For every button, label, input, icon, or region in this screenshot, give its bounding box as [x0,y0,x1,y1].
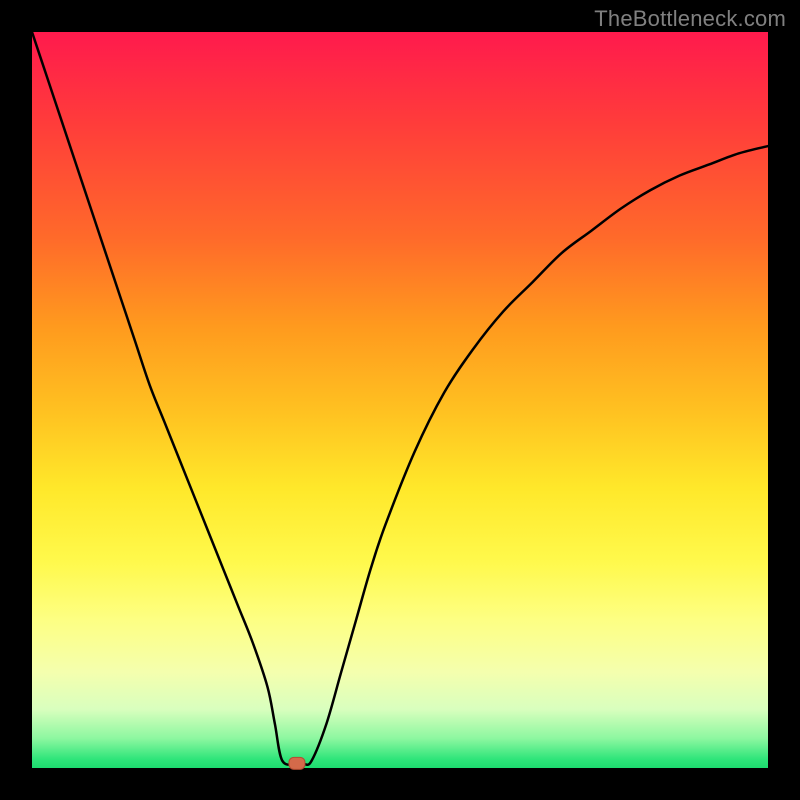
optimal-marker [289,757,305,769]
watermark-text: TheBottleneck.com [594,6,786,32]
bottleneck-curve [32,32,768,765]
chart-frame: TheBottleneck.com [0,0,800,800]
chart-svg [32,32,768,768]
plot-area [32,32,768,768]
